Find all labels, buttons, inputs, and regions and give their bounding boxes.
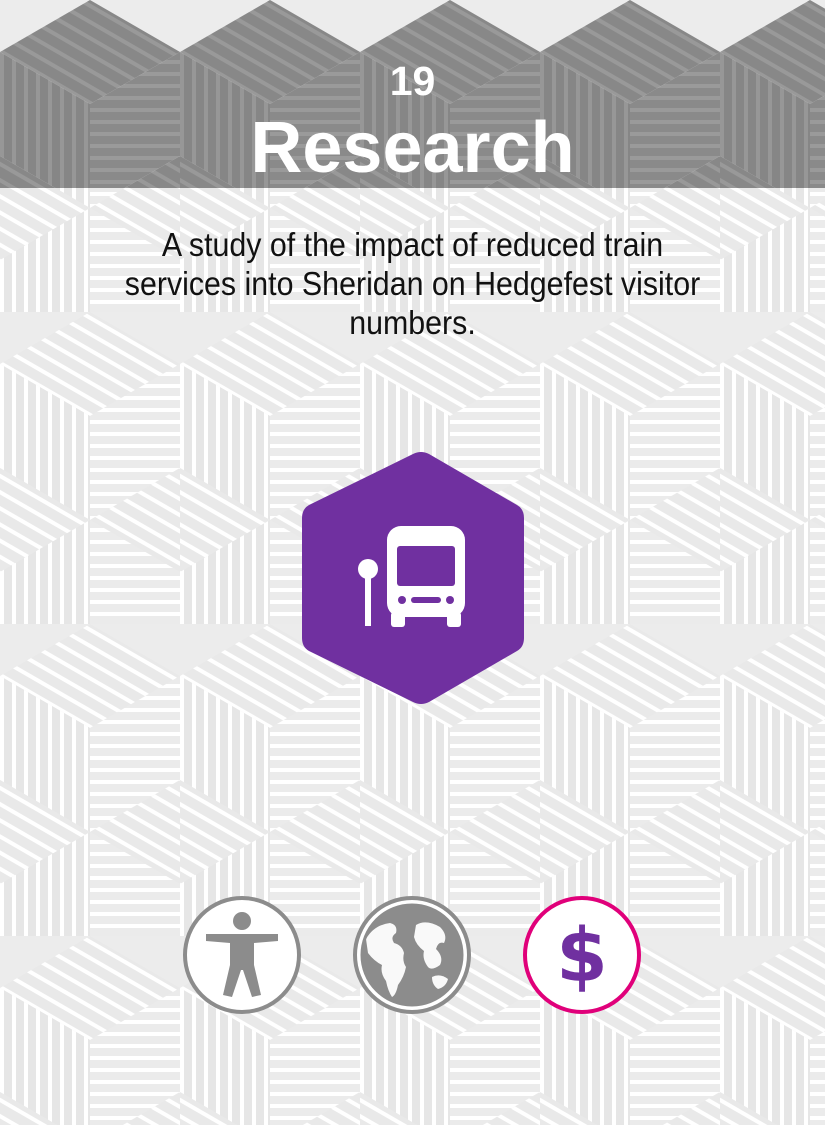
card-title: Research <box>250 108 575 188</box>
card-description: A study of the impact of reduced train s… <box>124 226 701 341</box>
bus-stop-icon <box>302 452 524 704</box>
card-number: 19 <box>389 58 436 104</box>
card-header: 19 Research <box>0 0 825 188</box>
research-card: 19 Research A study of the impact of red… <box>0 0 825 1125</box>
dollar-icon: $ <box>523 896 641 1014</box>
person-icon <box>183 896 301 1014</box>
dollar-glyph: $ <box>556 913 608 999</box>
globe-icon <box>353 896 471 1014</box>
